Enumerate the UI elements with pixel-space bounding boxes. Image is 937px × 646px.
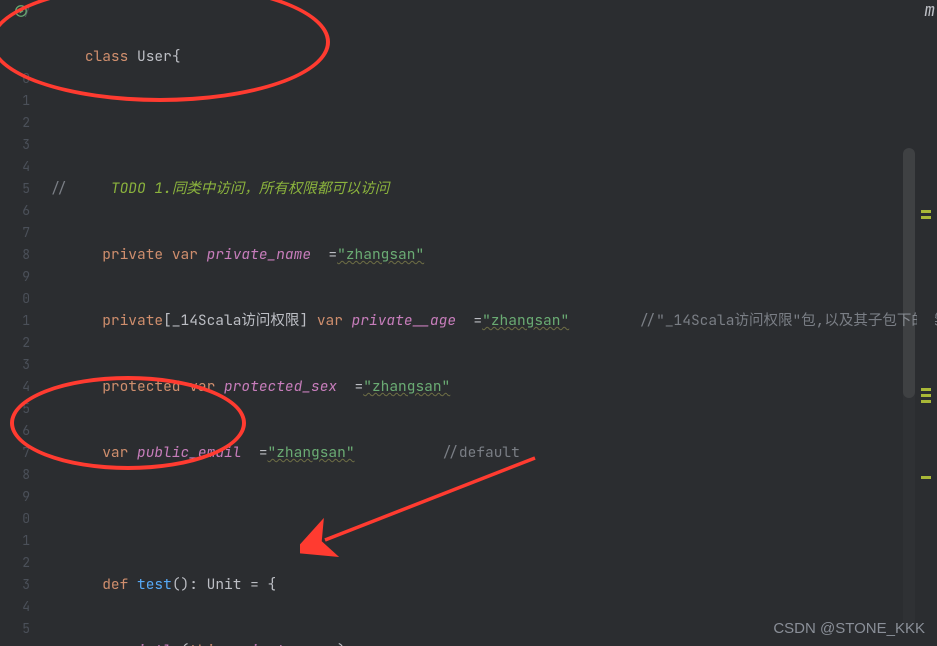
line-number: 6 <box>0 420 42 442</box>
minimap-mark <box>921 216 931 219</box>
line-number: 3 <box>0 574 42 596</box>
code-line: private[_14Scala访问权限] var private__age =… <box>50 310 937 332</box>
line-number: 5 <box>0 178 42 200</box>
line-number: 1 <box>0 310 42 332</box>
minimap-mark <box>921 210 931 213</box>
line-number: 3 <box>0 354 42 376</box>
code-line <box>50 112 937 134</box>
line-number: 9 <box>0 486 42 508</box>
line-number <box>0 46 42 68</box>
line-number: 5 <box>0 618 42 640</box>
line-number: 2 <box>0 552 42 574</box>
line-number: 3 <box>0 134 42 156</box>
line-number: 0 <box>0 68 42 90</box>
code-line <box>50 508 937 530</box>
line-number: 5 <box>0 398 42 420</box>
line-number: 4 <box>0 376 42 398</box>
line-number: 8 <box>0 244 42 266</box>
line-number: 0 <box>0 508 42 530</box>
line-number: 6 <box>0 200 42 222</box>
line-number: 4 <box>0 156 42 178</box>
line-number <box>0 24 42 46</box>
line-number: 0 <box>0 288 42 310</box>
code-line: class User{ <box>50 46 937 68</box>
minimap-mark <box>921 394 931 397</box>
code-line: protected var protected_sex ="zhangsan" <box>50 376 937 398</box>
line-number-gutter: 701234567890123456789012345 <box>0 0 42 646</box>
line-number: 2 <box>0 112 42 134</box>
line-number: 1 <box>0 90 42 112</box>
line-number: 9 <box>0 266 42 288</box>
minimap[interactable]: m <box>917 0 935 646</box>
code-line: println(this.private__age) <box>50 640 937 646</box>
watermark: CSDN @STONE_KKK <box>773 618 925 640</box>
code-line: private var private_name ="zhangsan" <box>50 244 937 266</box>
code-area[interactable]: class User{ // TODO 1.同类中访问，所有权限都可以访问 pr… <box>42 0 937 646</box>
line-number: 1 <box>0 530 42 552</box>
code-line: // TODO 1.同类中访问，所有权限都可以访问 <box>50 178 937 200</box>
minimap-mark <box>921 476 931 479</box>
code-editor[interactable]: 701234567890123456789012345 class User{ … <box>0 0 937 646</box>
minimap-mark <box>921 400 931 403</box>
minimap-letter: m <box>924 0 935 22</box>
line-number: 7 <box>0 222 42 244</box>
line-number: 4 <box>0 596 42 618</box>
line-number: 2 <box>0 332 42 354</box>
run-gutter-icon[interactable] <box>14 4 28 18</box>
code-line: def test(): Unit = { <box>50 574 937 596</box>
code-line: var public_email ="zhangsan" //default <box>50 442 937 464</box>
line-number: 8 <box>0 464 42 486</box>
line-number: 7 <box>0 442 42 464</box>
scrollbar-thumb[interactable] <box>903 148 915 398</box>
minimap-mark <box>921 388 931 391</box>
